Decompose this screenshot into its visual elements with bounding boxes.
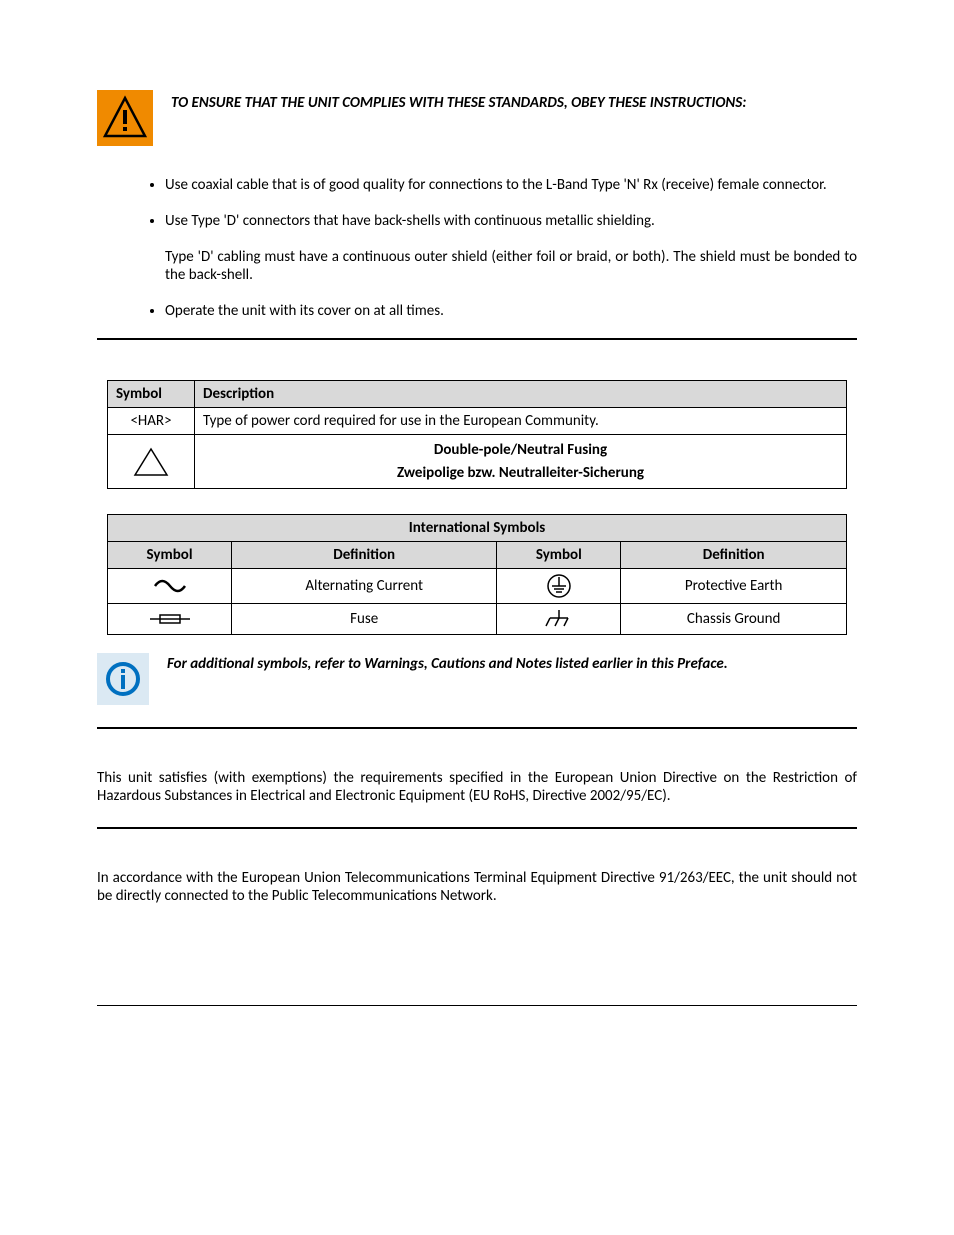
info-block: For additional symbols, refer to Warning… [97, 653, 857, 705]
fusing-line2: Zweipolige bzw. Neutralleiter-Sicherung [397, 464, 644, 482]
symbol-cell: <HAR> [108, 408, 195, 435]
table-row: <HAR> Type of power cord required for us… [108, 408, 847, 435]
protective-earth-symbol-icon [497, 569, 621, 604]
list-item: Operate the unit with its cover on at al… [165, 302, 857, 320]
table-header: Description [195, 381, 847, 408]
description-cell: Double-pole/Neutral Fusing Zweipolige bz… [195, 435, 847, 489]
table-title: International Symbols [108, 515, 847, 542]
info-icon [97, 653, 149, 705]
table-row: Double-pole/Neutral Fusing Zweipolige bz… [108, 435, 847, 489]
symbol-description-table: Symbol Description <HAR> Type of power c… [107, 380, 847, 489]
list-item-text: Use Type 'D' connectors that have back-s… [165, 212, 655, 230]
international-symbols-table: International Symbols Symbol Definition … [107, 514, 847, 635]
definition-cell: Fuse [232, 604, 497, 635]
list-item-text: Operate the unit with its cover on at al… [165, 302, 444, 320]
paragraph: In accordance with the European Union Te… [97, 869, 857, 905]
table-row: Fuse Chassis Ground [108, 604, 847, 635]
info-text: For additional symbols, refer to Warning… [167, 653, 728, 673]
description-cell: Type of power cord required for use in t… [195, 408, 847, 435]
divider [97, 338, 857, 340]
list-item-text: Use coaxial cable that is of good qualit… [165, 176, 827, 194]
fuse-symbol-icon [108, 604, 232, 635]
footer-divider [97, 1005, 857, 1006]
triangle-symbol-icon [108, 435, 195, 489]
list-item: Use Type 'D' connectors that have back-s… [165, 212, 857, 284]
table-row: Alternating Current Protective Earth [108, 569, 847, 604]
fusing-line1: Double-pole/Neutral Fusing [434, 441, 607, 459]
warning-icon [97, 90, 153, 146]
definition-cell: Alternating Current [232, 569, 497, 604]
instruction-list: Use coaxial cable that is of good qualit… [97, 176, 857, 320]
definition-cell: Protective Earth [621, 569, 847, 604]
table-header: Symbol [497, 542, 621, 569]
list-item: Use coaxial cable that is of good qualit… [165, 176, 857, 194]
chassis-ground-symbol-icon [497, 604, 621, 635]
table-header: Symbol [108, 381, 195, 408]
table-header: Symbol [108, 542, 232, 569]
table-header: Definition [621, 542, 847, 569]
divider [97, 727, 857, 729]
warning-text: TO ENSURE THAT THE UNIT COMPLIES WITH TH… [171, 90, 746, 112]
table-header: Definition [232, 542, 497, 569]
list-item-subtext: Type 'D' cabling must have a continuous … [165, 248, 857, 284]
warning-block: TO ENSURE THAT THE UNIT COMPLIES WITH TH… [87, 90, 867, 146]
page-content: TO ENSURE THAT THE UNIT COMPLIES WITH TH… [87, 0, 867, 1046]
divider [97, 827, 857, 829]
paragraph: This unit satisfies (with exemptions) th… [97, 769, 857, 805]
definition-cell: Chassis Ground [621, 604, 847, 635]
ac-symbol-icon [108, 569, 232, 604]
